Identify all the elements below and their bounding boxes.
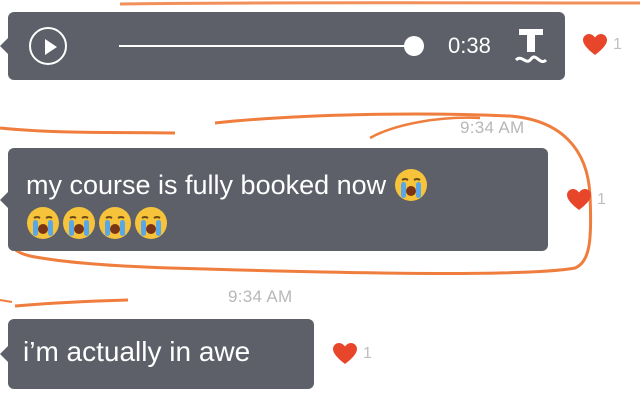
reaction-count: 1	[613, 36, 622, 53]
message-text: i’m actually in awe	[23, 336, 251, 367]
message-text: my course is fully booked now	[26, 170, 387, 200]
message-timestamp: 9:34 AM	[228, 287, 293, 306]
audio-duration: 0:38	[448, 33, 491, 58]
text-message-bubble[interactable]: my course is fully booked now	[0, 148, 548, 251]
heart-icon	[567, 189, 591, 211]
loudly-crying-face-emoji	[98, 206, 132, 240]
reaction-message-1[interactable]: 1	[567, 189, 606, 211]
reaction-count: 1	[363, 345, 372, 362]
audio-scrubber-handle[interactable]	[404, 36, 424, 56]
heart-icon	[583, 34, 607, 56]
text-message-bubble[interactable]: i’m actually in awe	[0, 319, 314, 389]
transcribe-icon[interactable]	[514, 26, 548, 66]
reaction-audio[interactable]: 1	[583, 34, 622, 56]
message-timestamp: 9:34 AM	[460, 118, 525, 137]
heart-icon	[333, 343, 357, 365]
audio-message-bubble: 0:38	[0, 12, 565, 80]
audio-progress-track[interactable]	[119, 45, 415, 47]
message-text-container: my course is fully booked now	[26, 166, 536, 242]
reaction-count: 1	[597, 191, 606, 208]
loudly-crying-face-emoji	[26, 206, 60, 240]
loudly-crying-face-emoji	[394, 168, 428, 202]
loudly-crying-face-emoji	[134, 206, 168, 240]
reaction-message-2[interactable]: 1	[333, 343, 372, 365]
play-icon[interactable]	[29, 27, 67, 65]
loudly-crying-face-emoji	[62, 206, 96, 240]
